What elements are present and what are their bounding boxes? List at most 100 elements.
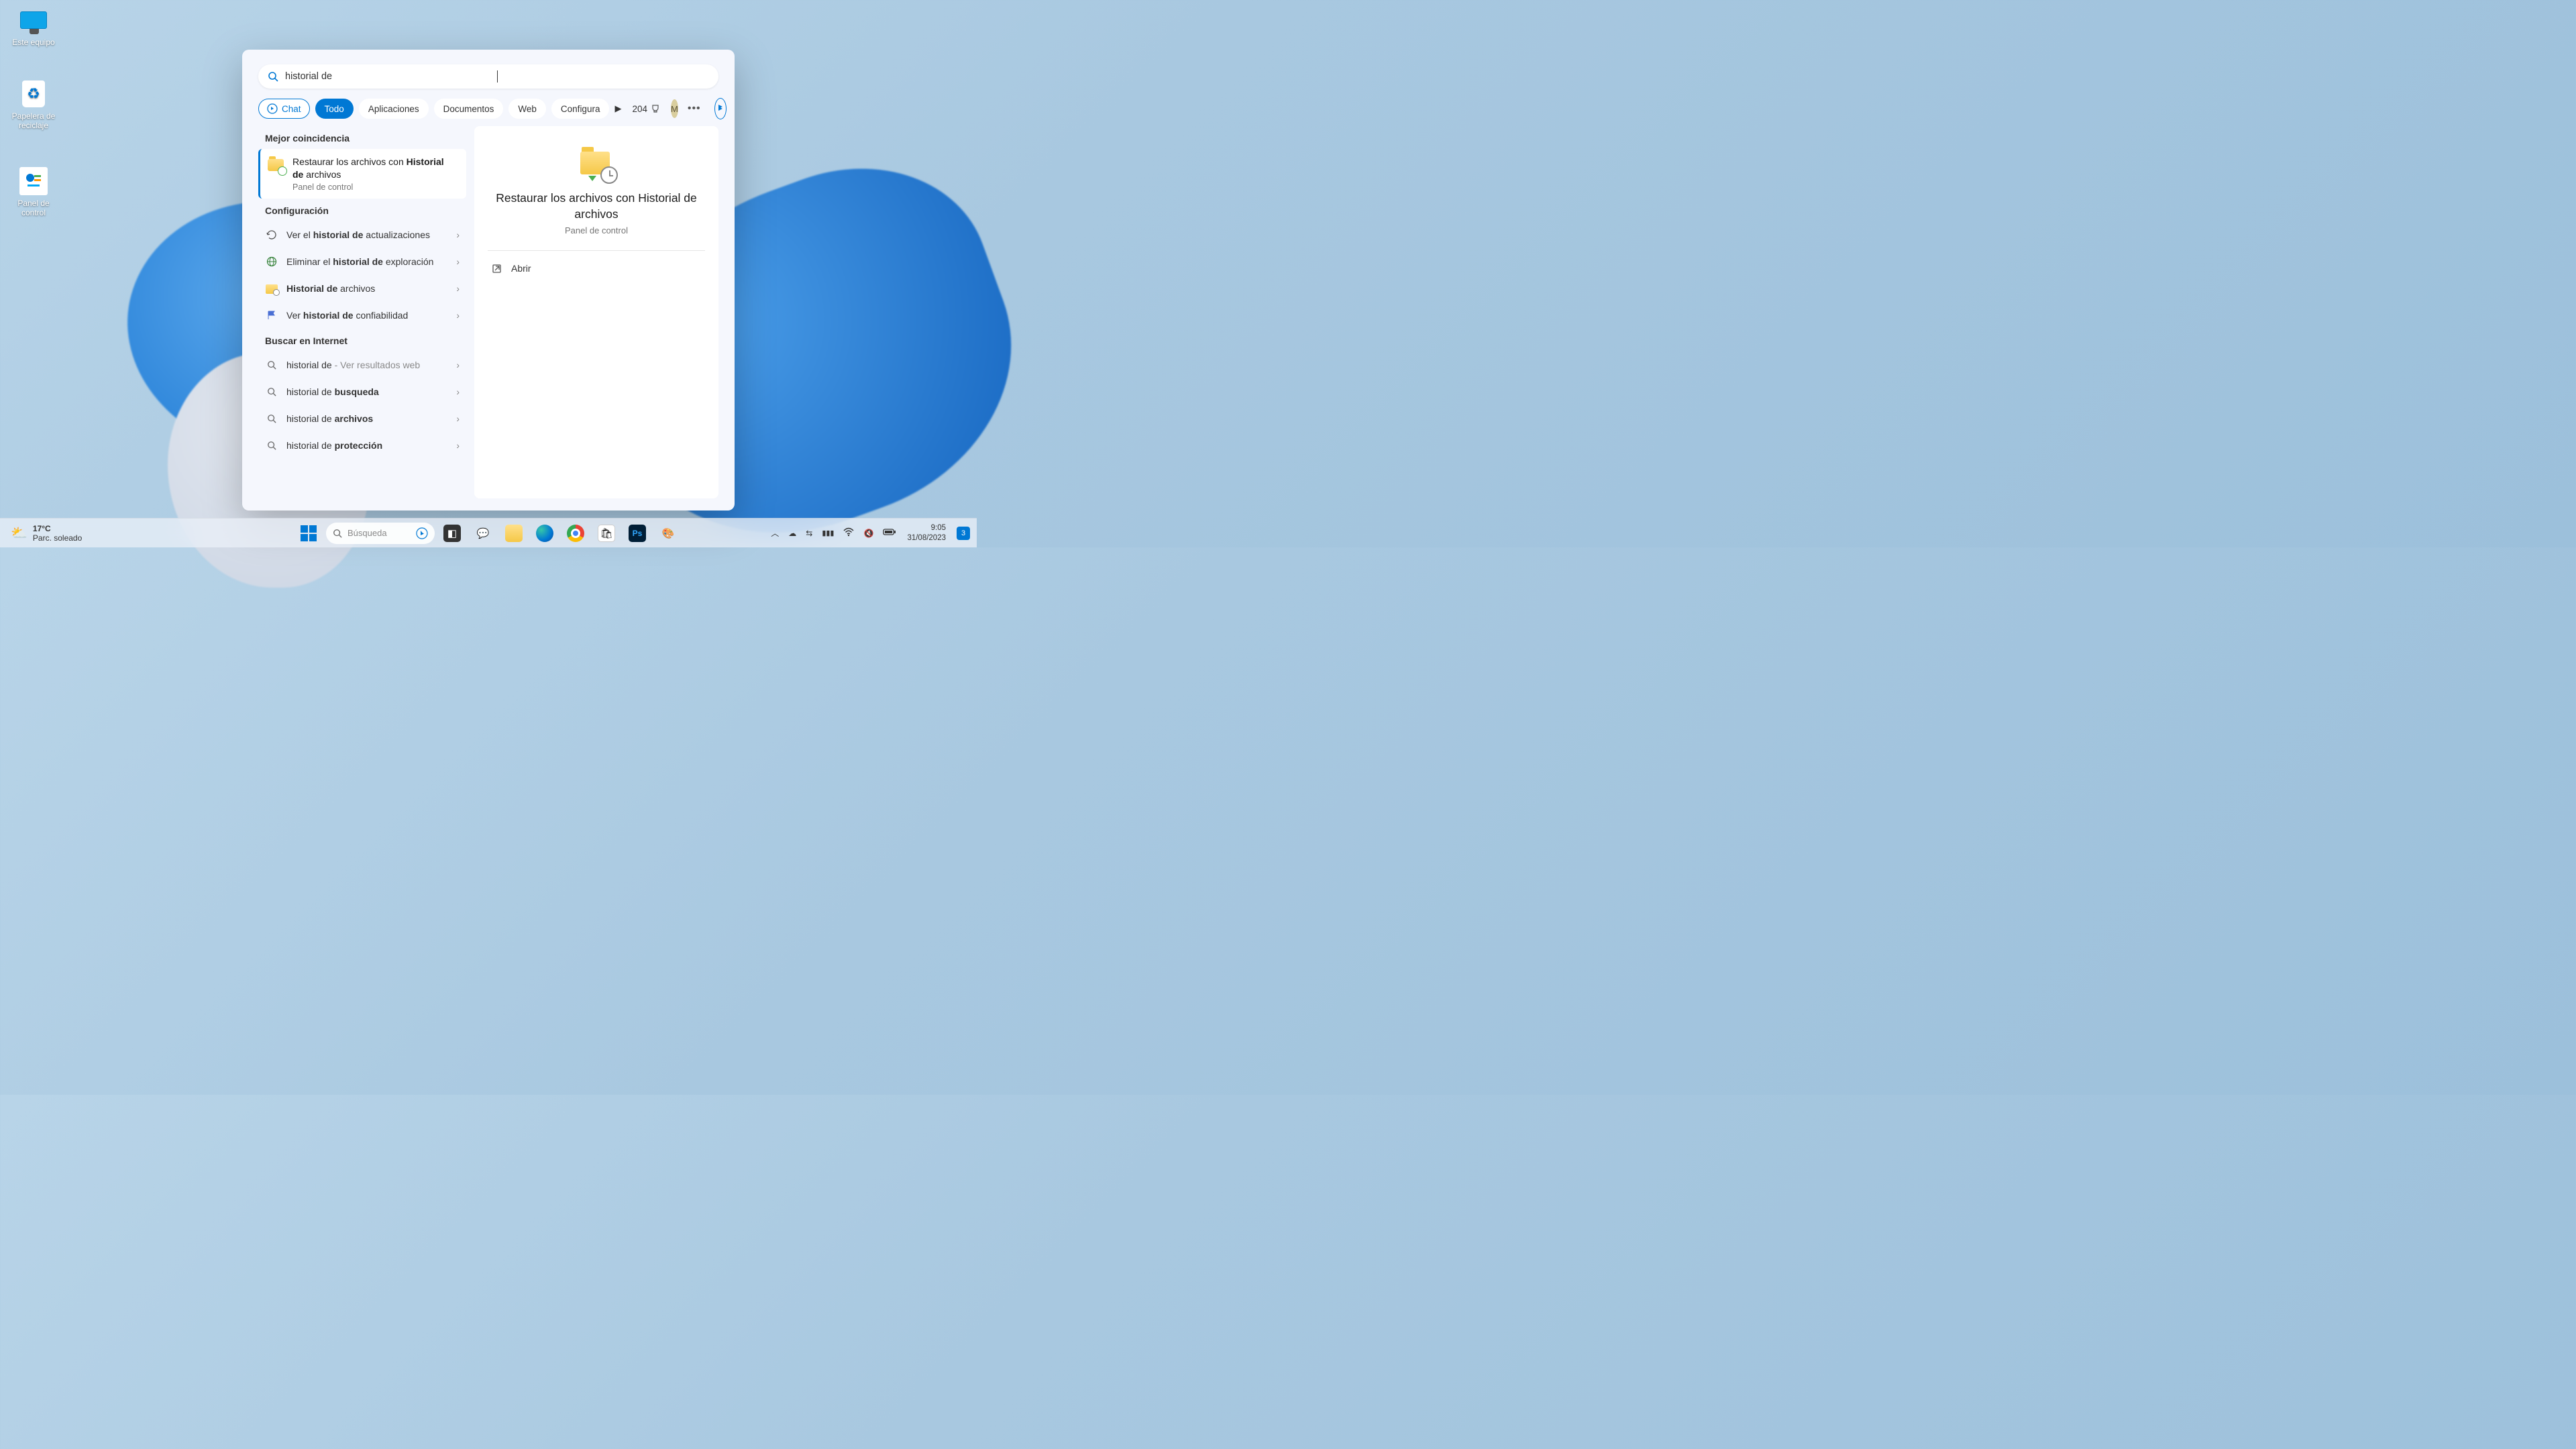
monitor-icon <box>19 5 48 35</box>
text-cursor <box>497 70 498 83</box>
weather-icon: ⛅ <box>11 525 28 541</box>
taskbar-photoshop[interactable]: Ps <box>624 520 651 547</box>
taskbar-clock[interactable]: 9:05 31/08/2023 <box>906 523 947 543</box>
more-options-button[interactable]: ••• <box>684 103 705 115</box>
taskbar: ⛅ 17°C Parc. soleado Búsqueda ◧ 💬 🛍 Ps 🎨… <box>0 518 977 547</box>
best-match-title: Restaurar los archivos con Historial de … <box>292 156 457 181</box>
filter-settings[interactable]: Configura <box>551 99 610 119</box>
rewards-badge[interactable]: 204 <box>632 104 660 114</box>
results-list: Mejor coincidencia Restaurar los archivo… <box>258 126 466 498</box>
section-header-settings: Configuración <box>265 205 466 216</box>
search-icon <box>265 358 278 372</box>
open-external-icon <box>492 264 502 274</box>
taskbar-search[interactable]: Búsqueda <box>326 523 435 544</box>
edge-icon <box>536 525 553 542</box>
best-match-result[interactable]: Restaurar los archivos con Historial de … <box>258 149 466 199</box>
folder-icon <box>505 525 523 542</box>
user-avatar[interactable]: M <box>671 99 678 118</box>
web-result-archivos[interactable]: historial de archivos › <box>258 405 466 432</box>
chevron-right-icon: › <box>456 360 460 370</box>
search-icon <box>265 412 278 425</box>
chevron-right-icon: › <box>456 440 460 451</box>
flag-icon <box>265 309 278 322</box>
refresh-icon <box>265 228 278 241</box>
taskbar-weather[interactable]: ⛅ 17°C Parc. soleado <box>0 524 93 543</box>
result-clear-browsing-history[interactable]: Eliminar el historial de exploración › <box>258 248 466 275</box>
file-history-small-icon <box>265 282 278 295</box>
bing-icon <box>416 527 428 539</box>
chevron-right-icon: › <box>456 283 460 294</box>
section-header-web: Buscar en Internet <box>265 335 466 346</box>
chat-icon: 💬 <box>474 525 492 542</box>
search-icon <box>265 439 278 452</box>
taskbar-paint[interactable]: 🎨 <box>655 520 682 547</box>
onedrive-icon[interactable]: ☁ <box>788 529 796 538</box>
bing-chat-icon <box>267 103 278 114</box>
bing-chat-button[interactable] <box>714 98 727 119</box>
desktop-icon-this-pc[interactable]: Este equipo <box>7 5 60 47</box>
taskbar-microsoft-store[interactable]: 🛍 <box>593 520 620 547</box>
recycle-bin-icon: ♻ <box>19 79 48 109</box>
globe-icon <box>265 255 278 268</box>
desktop-icon-recycle-bin[interactable]: ♻ Papelera de reciclaje <box>7 79 60 130</box>
filter-documents[interactable]: Documentos <box>434 99 504 119</box>
photoshop-icon: Ps <box>629 525 646 542</box>
taskbar-edge[interactable] <box>531 520 558 547</box>
desktop-icon-label: Panel de control <box>7 199 60 217</box>
file-history-large-icon <box>578 144 615 181</box>
search-bar[interactable]: historial de <box>258 64 718 89</box>
result-file-history[interactable]: Historial de archivos › <box>258 275 466 302</box>
taskbar-task-view[interactable]: ◧ <box>439 520 466 547</box>
result-reliability-history[interactable]: Ver historial de confiabilidad › <box>258 302 466 329</box>
windows-logo-icon <box>301 525 317 541</box>
search-icon <box>265 385 278 398</box>
filter-apps[interactable]: Aplicaciones <box>359 99 429 119</box>
web-result-generic[interactable]: historial de - Ver resultados web › <box>258 352 466 378</box>
chevron-right-icon: › <box>456 256 460 267</box>
trophy-icon <box>651 104 660 113</box>
filter-web[interactable]: Web <box>508 99 546 119</box>
web-result-busqueda[interactable]: historial de busqueda › <box>258 378 466 405</box>
divider <box>488 250 705 251</box>
start-search-window: historial de Chat Todo Aplicaciones Docu… <box>242 50 735 511</box>
control-panel-icon <box>19 166 48 196</box>
search-icon <box>333 529 342 538</box>
search-icon <box>268 71 278 82</box>
preview-open-action[interactable]: Abrir <box>488 258 705 279</box>
bing-icon <box>715 103 726 114</box>
notification-badge[interactable]: 3 <box>957 527 970 540</box>
preview-title: Restaurar los archivos con Historial de … <box>488 191 705 222</box>
filter-row: Chat Todo Aplicaciones Documentos Web Co… <box>242 98 735 119</box>
search-input-text: historial de <box>285 71 497 82</box>
preview-pane: Restaurar los archivos con Historial de … <box>474 126 718 498</box>
paint-icon: 🎨 <box>659 525 677 542</box>
system-tray: ︿ ☁ ⇆ ▮▮▮ 🔇 9:05 31/08/2023 3 <box>771 523 977 543</box>
taskbar-file-explorer[interactable] <box>500 520 527 547</box>
tray-overflow-button[interactable]: ︿ <box>771 527 779 539</box>
taskbar-chrome[interactable] <box>562 520 589 547</box>
desktop-icon-control-panel[interactable]: Panel de control <box>7 166 60 217</box>
chevron-right-icon: › <box>456 386 460 397</box>
chrome-icon <box>567 525 584 542</box>
file-history-icon <box>267 156 286 174</box>
start-button[interactable] <box>295 520 322 547</box>
filter-overflow-button[interactable]: ▶ <box>614 103 621 114</box>
store-icon: 🛍 <box>598 525 615 542</box>
battery-icon[interactable] <box>883 528 896 538</box>
desktop-icon-label: Papelera de reciclaje <box>7 111 60 130</box>
volume-icon[interactable]: 🔇 <box>863 529 873 538</box>
chevron-right-icon: › <box>456 229 460 240</box>
desktop-icon-label: Este equipo <box>7 38 60 47</box>
filter-all[interactable]: Todo <box>315 99 354 119</box>
section-header-best-match: Mejor coincidencia <box>265 133 466 144</box>
chevron-right-icon: › <box>456 413 460 424</box>
filter-chat[interactable]: Chat <box>258 99 310 119</box>
wifi-icon[interactable] <box>843 527 854 539</box>
network-sync-icon[interactable]: ⇆ <box>806 529 812 538</box>
result-update-history[interactable]: Ver el historial de actualizaciones › <box>258 221 466 248</box>
taskbar-chat[interactable]: 💬 <box>470 520 496 547</box>
chevron-right-icon: › <box>456 310 460 321</box>
task-view-icon: ◧ <box>443 525 461 542</box>
analytics-icon[interactable]: ▮▮▮ <box>822 529 834 537</box>
web-result-proteccion[interactable]: historial de protección › <box>258 432 466 459</box>
